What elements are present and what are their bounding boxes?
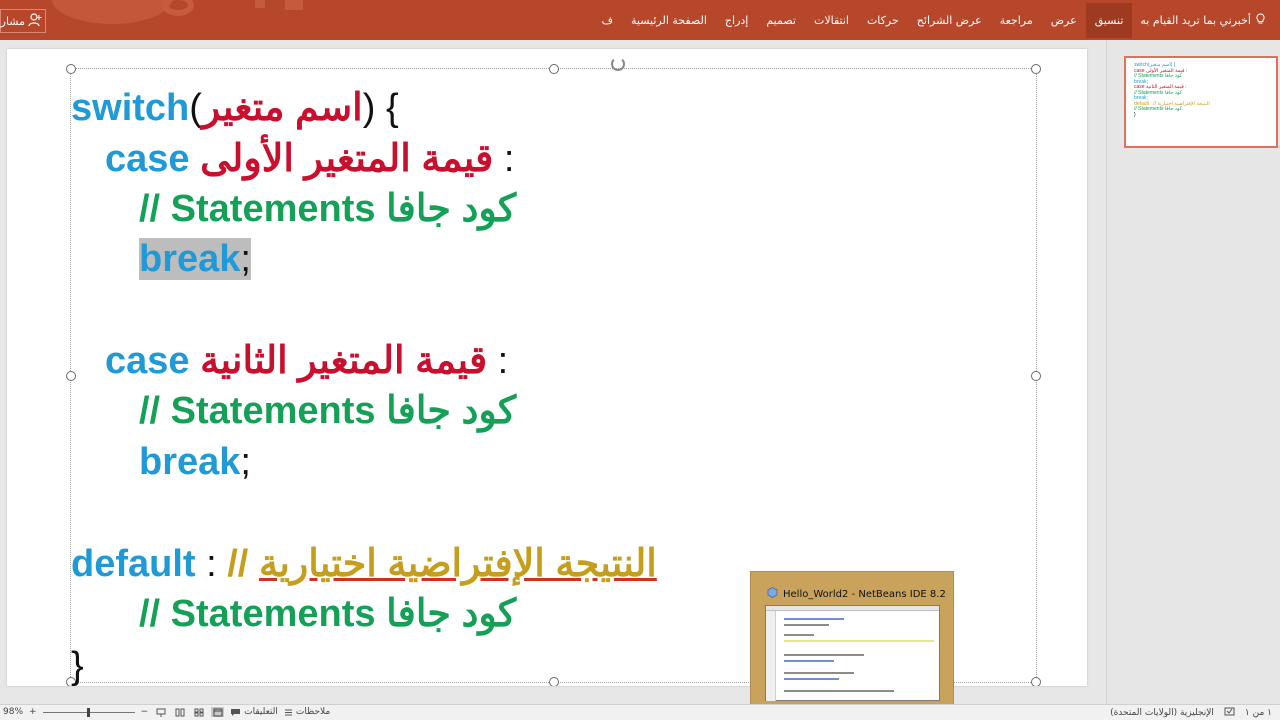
- slideshow-view-icon[interactable]: [154, 707, 167, 717]
- ribbon-tab[interactable]: الصفحة الرئيسية: [622, 3, 716, 38]
- code-token: // Statements: [139, 188, 387, 230]
- ide-code-line: [784, 690, 894, 692]
- code-token: :: [195, 543, 228, 585]
- code-line: switch(اسم متغير) {: [71, 83, 399, 135]
- zoom-out-icon[interactable]: −: [141, 707, 149, 717]
- ribbon-decoration: [255, 0, 265, 8]
- code-line: default : // النتيجة الإفتراضية اختيارية: [71, 539, 657, 591]
- ide-gutter: [766, 611, 776, 701]
- ribbon-tab-bar: مشارك فالصفحة الرئيسيةإدراجتصميمانتقالات…: [0, 0, 1280, 40]
- ide-code-line: [784, 654, 864, 656]
- ribbon-tab[interactable]: حركات: [858, 3, 908, 38]
- code-token: ;: [240, 441, 251, 483]
- lightbulb-icon: [1255, 12, 1266, 28]
- code-token: كود جافا: [386, 188, 517, 230]
- code-token: اسم متغير: [201, 87, 363, 129]
- ide-code-line: [784, 672, 854, 674]
- code-token: قيمة المتغير الأولى: [200, 138, 494, 180]
- share-icon: [28, 12, 42, 30]
- status-bar: 98% + − التعليقات ملاحظات ١ من ١ الإنجلي…: [0, 704, 1280, 720]
- ribbon-tab[interactable]: عرض الشرائح: [908, 3, 991, 38]
- code-line: case قيمة المتغير الثانية :: [105, 336, 508, 388]
- code-token: قيمة المتغير الثانية: [200, 340, 488, 382]
- ide-code-line: [784, 624, 829, 626]
- code-token: case: [105, 340, 201, 382]
- slide-counter: ١ من ١: [1244, 708, 1272, 718]
- notes-button[interactable]: ملاحظات: [284, 707, 330, 717]
- ide-code-line: [784, 678, 839, 680]
- ribbon-tab[interactable]: إدراج: [716, 3, 757, 38]
- notes-icon: [284, 709, 292, 715]
- preview-title: Hello_World2 - NetBeans IDE 8.2: [767, 587, 946, 601]
- code-line: break;: [139, 437, 251, 489]
- ribbon-tab[interactable]: تنسيق: [1085, 2, 1133, 38]
- code-token: break: [139, 441, 241, 483]
- code-token: // Statements: [139, 593, 387, 635]
- rotate-handle-icon[interactable]: [611, 57, 625, 71]
- code-token: }: [71, 645, 84, 686]
- thumbnail-line: }: [1134, 111, 1136, 118]
- slide-thumbnail[interactable]: switch(اسم متغير) { case قيمة المتغير ال…: [1124, 56, 1278, 148]
- netbeans-icon: [767, 587, 778, 601]
- code-token: // Statements: [139, 390, 387, 432]
- code-token: كود جافا: [386, 593, 517, 635]
- ribbon-decoration: [52, 0, 172, 24]
- slide-sorter-view-icon[interactable]: [192, 707, 205, 717]
- code-token: كود جافا: [386, 390, 517, 432]
- ide-toolbar: [766, 606, 939, 611]
- zoom-level[interactable]: 98%: [0, 707, 23, 717]
- code-line: case قيمة المتغير الأولى :: [105, 134, 514, 186]
- ribbon-tab[interactable]: تصميم: [757, 3, 805, 38]
- code-token: //: [227, 543, 259, 585]
- ribbon-decoration: [285, 0, 303, 10]
- share-label: مشارك: [0, 14, 25, 28]
- share-button[interactable]: مشارك: [0, 9, 46, 33]
- ide-code-line: [784, 640, 934, 642]
- language-indicator[interactable]: الإنجليزية (الولايات المتحدة): [1110, 708, 1214, 718]
- code-token: ) {: [362, 87, 399, 129]
- code-line: // Statements كود جافا: [139, 184, 516, 236]
- code-line: break;: [139, 234, 251, 286]
- zoom-in-icon[interactable]: +: [29, 707, 37, 717]
- spellcheck-icon[interactable]: [1224, 707, 1235, 719]
- code-token: case: [105, 138, 201, 180]
- ide-code-line: [784, 634, 814, 636]
- code-line: }: [71, 641, 84, 686]
- code-token: (: [189, 87, 202, 129]
- code-token: النتيجة الإفتراضية اختيارية: [258, 543, 657, 585]
- ide-code-line: [784, 618, 844, 620]
- code-token: ;: [240, 238, 251, 280]
- ribbon-tab[interactable]: مراجعة: [991, 3, 1042, 38]
- reading-view-icon[interactable]: [173, 707, 186, 717]
- zoom-slider[interactable]: [42, 708, 135, 717]
- comment-icon: [231, 708, 241, 716]
- code-line: // Statements كود جافا: [139, 589, 516, 641]
- code-token: default: [71, 543, 196, 585]
- comments-button[interactable]: التعليقات: [230, 707, 278, 717]
- code-token: :: [487, 340, 509, 382]
- taskbar-window-preview[interactable]: Hello_World2 - NetBeans IDE 8.2: [750, 571, 954, 719]
- code-token: switch: [71, 87, 190, 129]
- ribbon-tab[interactable]: عرض: [1042, 3, 1086, 38]
- code-line: // Statements كود جافا: [139, 386, 516, 438]
- netbeans-window-thumbnail: [765, 605, 940, 701]
- ribbon-tab[interactable]: انتقالات: [805, 3, 858, 38]
- tell-me-search[interactable]: أخبرني بما تريد القيام به: [1132, 3, 1280, 38]
- code-token: :: [493, 138, 515, 180]
- ribbon-tab[interactable]: ف: [593, 3, 622, 38]
- slide-thumbnail-pane: switch(اسم متغير) { case قيمة المتغير ال…: [1106, 40, 1280, 704]
- ide-code-line: [784, 660, 834, 662]
- code-token: break: [139, 238, 241, 280]
- ribbon-tabs: ف الصفحة الرئيسية إدراج تصميم انتقالات حركات ع…: [593, 0, 1280, 40]
- ribbon-decoration: [162, 0, 194, 16]
- normal-view-icon[interactable]: [211, 707, 225, 717]
- zoom-slider-knob[interactable]: [86, 708, 90, 717]
